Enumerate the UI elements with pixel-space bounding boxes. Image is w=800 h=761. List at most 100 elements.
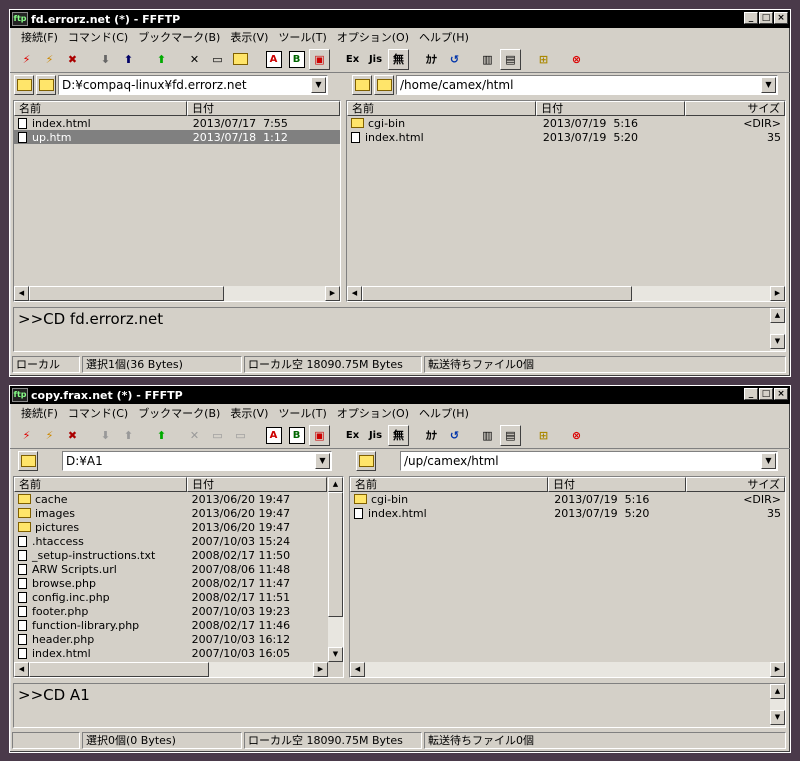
scroll-right-icon[interactable]: ▶ (770, 662, 785, 677)
file-row[interactable]: cache 2013/06/20 19:47 (14, 492, 328, 506)
close-button[interactable]: × (774, 12, 788, 24)
file-row[interactable]: index.html 2013/07/19 5:20 35 (347, 130, 785, 144)
column-header-date[interactable]: 日付 (548, 477, 686, 492)
file-row[interactable]: up.htm 2013/07/18 1:12 (14, 130, 340, 144)
remote-file-list[interactable]: 名前 日付 サイズ cgi-bin 2013/07/19 5:16 <DIR> ind… (349, 476, 786, 678)
column-header-date[interactable]: 日付 (187, 477, 327, 492)
menu-bookmark[interactable]: ブックマーク(B) (133, 405, 225, 421)
remote-parent-folder-button[interactable] (356, 451, 376, 471)
binary-mode-icon[interactable]: B (286, 425, 307, 446)
local-path-combo[interactable]: D:¥A1 ▼ (62, 451, 332, 471)
menu-command[interactable]: コマンド(C) (63, 29, 133, 45)
file-row[interactable]: images 2013/06/20 19:47 (14, 506, 328, 520)
column-header-name[interactable]: 名前 (347, 101, 537, 116)
file-row[interactable]: footer.php 2007/10/03 19:23 (14, 604, 328, 618)
scroll-up-icon[interactable]: ▲ (328, 477, 343, 492)
title-bar[interactable]: ftp copy.frax.net (*) - FFFTP _ □ × (10, 386, 790, 404)
maximize-button[interactable]: □ (759, 12, 773, 24)
menu-bookmark[interactable]: ブックマーク(B) (133, 29, 225, 45)
jis-icon[interactable]: Jis (365, 425, 386, 446)
scroll-left-icon[interactable]: ◀ (14, 286, 29, 301)
file-row[interactable]: _setup-instructions.txt 2008/02/17 11:50 (14, 548, 328, 562)
menu-connect[interactable]: 接続(F) (16, 405, 63, 421)
file-row[interactable]: config.inc.php 2008/02/17 11:51 (14, 590, 328, 604)
horizontal-scrollbar[interactable]: ◀ ▶ (14, 662, 343, 677)
list-view-icon[interactable]: ▥ (477, 425, 498, 446)
parent-folder-button[interactable] (18, 451, 38, 471)
file-row[interactable]: pictures 2013/06/20 19:47 (14, 520, 328, 534)
remote-file-list[interactable]: 名前 日付 サイズ cgi-bin 2013/07/19 5:16 <DIR> ind… (346, 100, 786, 302)
scroll-left-icon[interactable]: ◀ (14, 662, 29, 677)
refresh-icon[interactable]: ↺ (444, 49, 465, 70)
upload-icon[interactable]: ⬆ (118, 49, 139, 70)
mirror-upload-icon[interactable]: ⬆ (151, 425, 172, 446)
quick-connect-icon[interactable]: ⚡ (39, 425, 60, 446)
scroll-right-icon[interactable]: ▶ (770, 286, 785, 301)
disconnect-icon[interactable]: ✖ (62, 425, 83, 446)
parent-folder-button[interactable] (14, 75, 34, 95)
menu-view[interactable]: 表示(V) (225, 405, 273, 421)
mkdir-icon[interactable]: ▭ (230, 425, 251, 446)
menu-view[interactable]: 表示(V) (225, 29, 273, 45)
scroll-left-icon[interactable]: ◀ (350, 662, 365, 677)
connect-icon[interactable]: ⚡︎ (16, 425, 37, 446)
file-row[interactable]: index.html 2013/07/17 7:55 (14, 116, 340, 130)
scroll-up-icon[interactable]: ▲ (770, 684, 785, 699)
remote-open-folder-button[interactable] (374, 75, 394, 95)
column-header-name[interactable]: 名前 (14, 477, 187, 492)
quick-connect-icon[interactable]: ⚡ (39, 49, 60, 70)
scroll-thumb[interactable] (328, 492, 343, 617)
auto-mode-icon[interactable]: ▣ (309, 48, 330, 70)
mirror-upload-icon[interactable]: ⬆ (151, 49, 172, 70)
column-header-size[interactable]: サイズ (685, 101, 785, 116)
kana-icon[interactable]: ｶﾅ (421, 425, 442, 446)
local-file-list[interactable]: 名前 日付 cache 2013/06/20 19:47 images 2013/06… (13, 476, 344, 678)
chevron-down-icon[interactable]: ▼ (761, 77, 776, 93)
connect-icon[interactable]: ⚡︎ (16, 49, 37, 70)
ascii-mode-icon[interactable]: A (263, 49, 284, 70)
mkdir-icon[interactable] (230, 49, 251, 70)
title-bar[interactable]: ftp fd.errorz.net (*) - FFFTP _ □ × (10, 10, 790, 28)
scroll-thumb[interactable] (29, 662, 209, 677)
remote-path-combo[interactable]: /home/camex/html ▼ (396, 75, 778, 95)
menu-command[interactable]: コマンド(C) (63, 405, 133, 421)
vertical-scrollbar[interactable]: ▲ ▼ (770, 308, 785, 351)
scroll-down-icon[interactable]: ▼ (328, 647, 343, 662)
scroll-right-icon[interactable]: ▶ (325, 286, 340, 301)
scroll-up-icon[interactable]: ▲ (770, 308, 785, 323)
column-header-date[interactable]: 日付 (536, 101, 686, 116)
vertical-scrollbar[interactable]: ▲ ▼ (328, 477, 343, 662)
menu-options[interactable]: オプション(O) (332, 29, 414, 45)
minimize-button[interactable]: _ (744, 388, 758, 400)
file-row[interactable]: header.php 2007/10/03 16:12 (14, 632, 328, 646)
local-path-combo[interactable]: D:¥compaq-linux¥fd.errorz.net ▼ (58, 75, 328, 95)
stop-icon[interactable]: ⊗ (566, 49, 587, 70)
sync-tree-icon[interactable]: ⊞ (533, 49, 554, 70)
menu-tools[interactable]: ツール(T) (273, 29, 331, 45)
detail-view-icon[interactable]: ▤ (500, 48, 521, 70)
rename-icon[interactable]: ▭ (207, 49, 228, 70)
horizontal-scrollbar[interactable]: ◀ ▶ (14, 286, 340, 301)
scroll-down-icon[interactable]: ▼ (770, 334, 785, 349)
vertical-scrollbar[interactable]: ▲ ▼ (770, 684, 785, 727)
no-convert-icon[interactable]: 無 (388, 48, 409, 70)
file-row[interactable]: .htaccess 2007/10/03 15:24 (14, 534, 328, 548)
binary-mode-icon[interactable]: B (286, 49, 307, 70)
delete-icon[interactable]: ✕ (184, 49, 205, 70)
detail-view-icon[interactable]: ▤ (500, 424, 521, 446)
stop-icon[interactable]: ⊗ (566, 425, 587, 446)
menu-help[interactable]: ヘルプ(H) (414, 405, 474, 421)
chevron-down-icon[interactable]: ▼ (311, 77, 326, 93)
file-row[interactable]: cgi-bin 2013/07/19 5:16 <DIR> (347, 116, 785, 130)
rename-icon[interactable]: ▭ (207, 425, 228, 446)
list-view-icon[interactable]: ▥ (477, 49, 498, 70)
scroll-down-icon[interactable]: ▼ (770, 710, 785, 725)
chevron-down-icon[interactable]: ▼ (315, 453, 330, 469)
menu-help[interactable]: ヘルプ(H) (414, 29, 474, 45)
refresh-icon[interactable]: ↺ (444, 425, 465, 446)
ascii-mode-icon[interactable]: A (263, 425, 284, 446)
scroll-thumb[interactable] (29, 286, 224, 301)
exc-icon[interactable]: Ex (342, 425, 363, 446)
file-row[interactable]: cgi-bin 2013/07/19 5:16 <DIR> (350, 492, 785, 506)
download-icon[interactable]: ⬇ (95, 425, 116, 446)
